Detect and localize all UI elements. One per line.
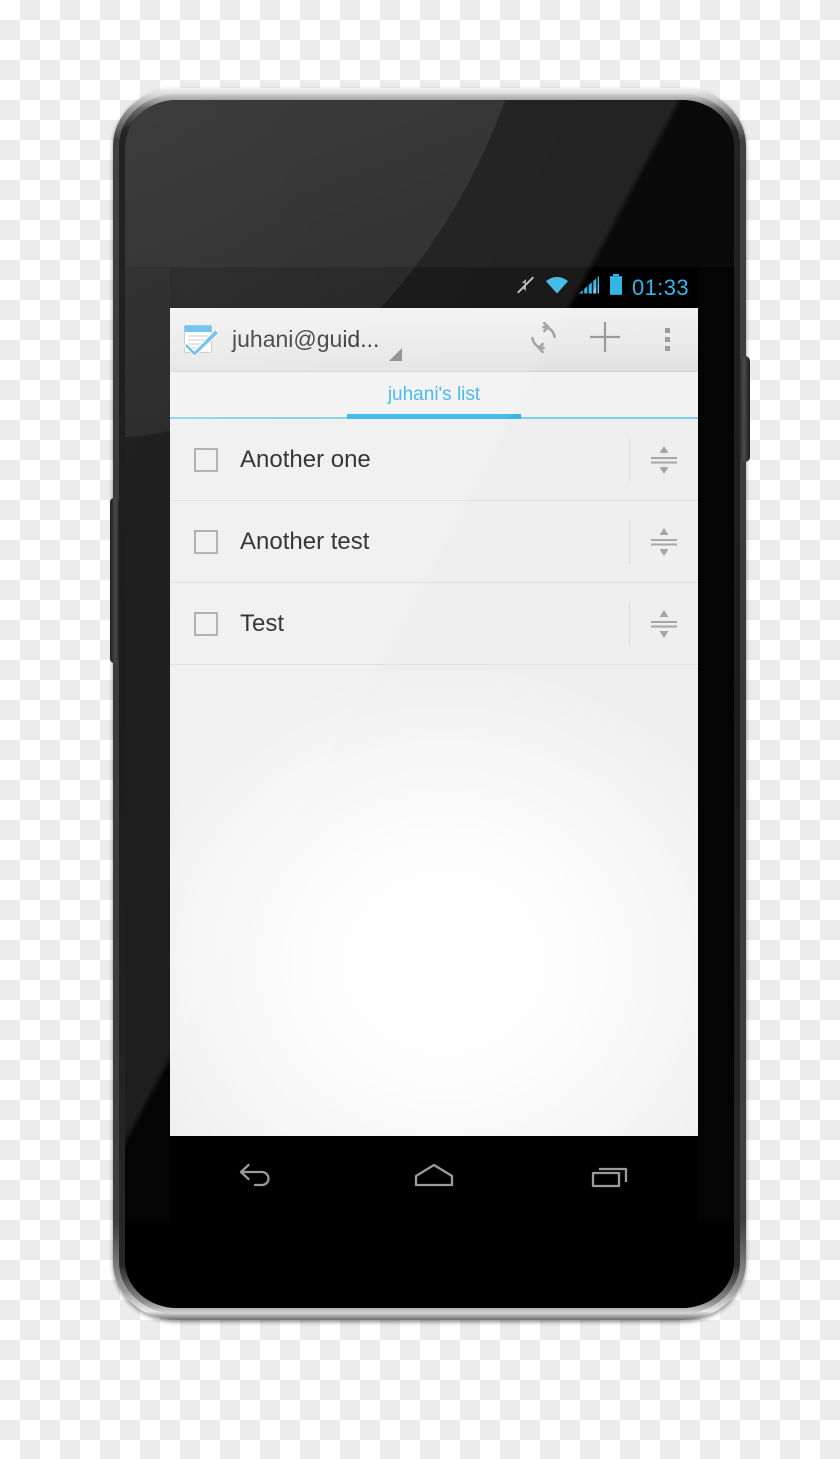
wifi-icon [544,274,570,301]
task-label[interactable]: Another one [240,446,629,474]
task-checkbox[interactable] [194,611,218,636]
power-button[interactable] [740,356,750,462]
home-icon [410,1161,458,1196]
volume-rocker-button[interactable] [110,498,119,663]
reorder-handle-icon[interactable] [630,583,698,665]
device-front-face: 01:33 juhani@guid... juhani's list Anoth… [125,100,734,1308]
task-list: Another one Another test Test [170,419,698,1136]
tab-juhanis-list[interactable]: juhani's list [388,384,480,406]
add-button[interactable] [574,308,636,372]
action-bar: juhani@guid... [170,308,698,372]
tab-bar: juhani's list [170,372,698,419]
recents-button[interactable] [555,1136,665,1220]
task-label[interactable]: Another test [240,528,629,556]
table-row[interactable]: Another one [170,419,698,501]
task-checkbox[interactable] [194,529,218,554]
overflow-button[interactable] [636,308,698,372]
phone-screen: 01:33 juhani@guid... juhani's list Anoth… [170,267,698,1136]
reorder-handle-icon[interactable] [630,501,698,583]
recents-icon [588,1161,632,1196]
battery-icon [608,273,624,302]
spinner-caret-icon[interactable] [389,348,403,361]
phone-device: 01:33 juhani@guid... juhani's list Anoth… [110,88,750,1320]
navigation-bar [170,1136,698,1220]
plus-icon [586,318,624,361]
reorder-handle-icon[interactable] [630,419,698,501]
task-checkbox[interactable] [194,447,218,472]
table-row[interactable]: Another test [170,501,698,583]
bezel-bottom-area [125,1220,734,1308]
task-label[interactable]: Test [240,610,629,638]
checklist-notepad-icon[interactable] [182,323,220,357]
signal-icon [577,274,601,301]
status-bar: 01:33 [170,267,698,308]
overflow-menu-icon [664,328,670,351]
refresh-icon [527,321,560,359]
table-row[interactable]: Test [170,583,698,665]
action-bar-title[interactable]: juhani@guid... [232,326,379,353]
status-bar-icons [515,273,624,302]
back-arrow-icon [236,1161,280,1196]
mute-icon [515,274,537,301]
home-button[interactable] [379,1136,489,1220]
back-button[interactable] [203,1136,313,1220]
status-bar-clock: 01:33 [631,274,689,300]
bezel-top-area [125,100,734,267]
refresh-button[interactable] [512,308,574,372]
